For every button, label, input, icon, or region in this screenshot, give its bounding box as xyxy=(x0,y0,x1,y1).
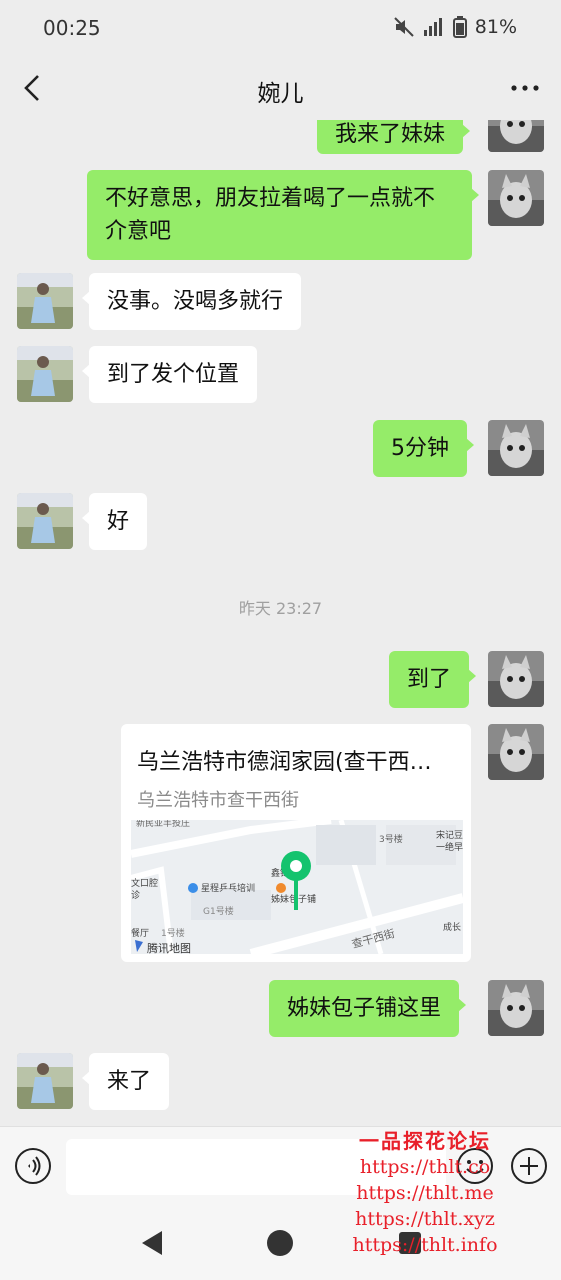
location-address: 乌兰浩特市查干西街 xyxy=(137,790,299,811)
contact-avatar[interactable] xyxy=(17,273,73,329)
map-label: 3号楼 xyxy=(379,833,403,845)
my-avatar[interactable] xyxy=(488,724,544,780)
map-label: 宋记豆 xyxy=(436,829,463,841)
signal-icon xyxy=(423,18,442,36)
mute-icon xyxy=(394,17,414,37)
message-bubble[interactable]: 5分钟 xyxy=(373,420,474,477)
watermark-line: https://thlt.xyz xyxy=(355,1208,495,1230)
message-bubble[interactable]: 到了 xyxy=(389,651,477,708)
nav-back-icon[interactable] xyxy=(138,1228,168,1258)
message-bubble[interactable]: 我来了妹妹 xyxy=(317,120,471,154)
my-avatar[interactable] xyxy=(488,420,544,476)
contact-avatar[interactable] xyxy=(17,493,73,549)
contact-avatar[interactable] xyxy=(17,1053,73,1109)
map-label: 新民亚丰投庄 xyxy=(136,820,190,829)
watermark-line: https://thlt.me xyxy=(356,1182,494,1204)
location-card[interactable]: 乌兰浩特市德润家园(查干西… 乌兰浩特市查干西街 新民亚丰投庄 3号楼 宋记豆 … xyxy=(121,724,471,962)
message-list[interactable]: 我来了妹妹 不好意思，朋友拉着喝了一点就不介意吧 没事。没喝多就行 到了发个位置… xyxy=(0,120,561,1126)
my-avatar[interactable] xyxy=(488,120,544,152)
map-label: 文口腔 xyxy=(131,877,158,889)
contact-avatar[interactable] xyxy=(17,346,73,402)
nav-home-icon[interactable] xyxy=(265,1228,295,1258)
message-bubble[interactable]: 姊妹包子铺这里 xyxy=(269,980,467,1037)
message-timestamp: 昨天 23:27 xyxy=(238,599,323,618)
map-label: 成长 xyxy=(443,921,461,933)
location-map[interactable]: 新民亚丰投庄 3号楼 宋记豆 一绝早 文口腔 诊 星程乒乓培训 鑫锦来 姊妹包子… xyxy=(131,820,463,954)
map-label: 1号楼 xyxy=(161,927,185,939)
watermark-line: https://thlt.info xyxy=(352,1234,498,1256)
message-bubble[interactable]: 没事。没喝多就行 xyxy=(81,273,302,330)
map-label: G1号楼 xyxy=(203,905,234,917)
more-icon[interactable] xyxy=(507,70,543,106)
message-bubble[interactable]: 好 xyxy=(81,493,148,550)
plus-icon[interactable] xyxy=(510,1147,548,1185)
voice-icon[interactable] xyxy=(14,1147,52,1185)
message-bubble[interactable]: 来了 xyxy=(81,1053,170,1110)
map-label: 一绝早 xyxy=(436,841,463,853)
map-label: 姊妹包子铺 xyxy=(271,893,316,905)
chat-header: 婉儿 xyxy=(0,56,561,120)
message-bubble[interactable]: 到了发个位置 xyxy=(81,346,258,403)
status-bar: 00:25 81% xyxy=(0,0,561,56)
map-label: 腾讯地图 xyxy=(147,941,191,954)
watermark-title: 一品探花论坛 xyxy=(359,1129,491,1153)
battery-icon xyxy=(452,16,467,38)
map-label: 餐厅 xyxy=(131,927,149,939)
location-title: 乌兰浩特市德润家园(查干西… xyxy=(137,750,432,775)
message-bubble[interactable]: 不好意思，朋友拉着喝了一点就不介意吧 xyxy=(87,170,479,260)
map-label: 诊 xyxy=(131,889,140,901)
my-avatar[interactable] xyxy=(488,980,544,1036)
watermark: 一品探花论坛 https://thlt.co https://thlt.me h… xyxy=(340,1128,510,1258)
watermark-line: https://thlt.co xyxy=(359,1156,491,1178)
map-label: 星程乒乓培训 xyxy=(201,882,255,894)
status-time: 00:25 xyxy=(43,16,101,40)
my-avatar[interactable] xyxy=(488,651,544,707)
battery-percent: 81% xyxy=(474,16,517,38)
chat-title: 婉儿 xyxy=(257,81,304,107)
my-avatar[interactable] xyxy=(488,170,544,226)
